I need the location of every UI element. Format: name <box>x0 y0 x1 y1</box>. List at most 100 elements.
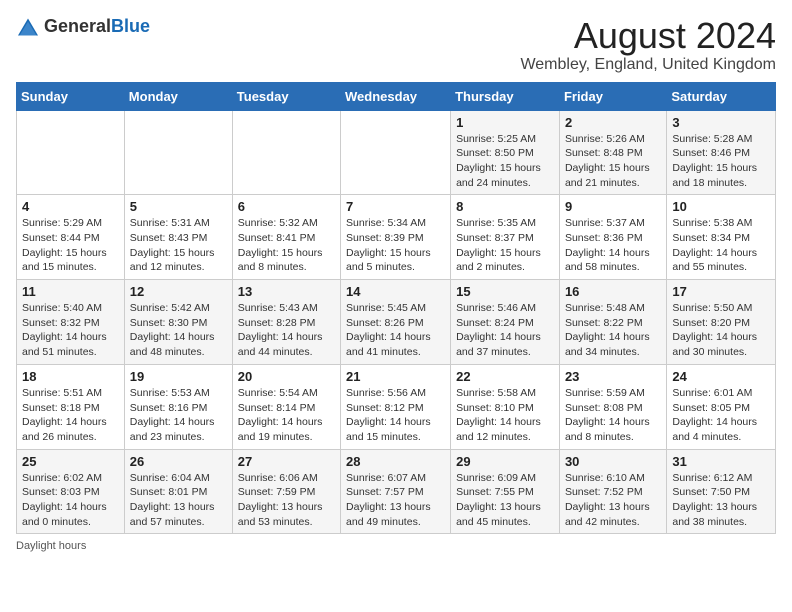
title-block: August 2024 Wembley, England, United Kin… <box>520 16 776 74</box>
calendar-cell <box>17 110 125 195</box>
day-number: 12 <box>130 284 227 299</box>
day-number: 16 <box>565 284 661 299</box>
cell-info: Sunrise: 6:04 AMSunset: 8:01 PMDaylight:… <box>130 471 227 530</box>
calendar-cell: 22Sunrise: 5:58 AMSunset: 8:10 PMDayligh… <box>451 364 560 449</box>
calendar-cell: 9 Sunrise: 5:37 AMSunset: 8:36 PMDaylight… <box>559 195 666 280</box>
main-title: August 2024 <box>520 16 776 56</box>
calendar-cell: 24 Sunrise: 6:01 AMSunset: 8:05 PMDayligh… <box>667 364 776 449</box>
cell-info: Sunrise: 5:48 AMSunset: 8:22 PMDaylight:… <box>565 301 661 360</box>
calendar-cell: 13 Sunrise: 5:43 AMSunset: 8:28 PMDayligh… <box>232 280 340 365</box>
calendar-cell: 5 Sunrise: 5:31 AMSunset: 8:43 PMDaylight… <box>124 195 232 280</box>
col-monday: Monday <box>124 82 232 110</box>
day-number: 2 <box>565 115 661 130</box>
day-number: 15 <box>456 284 554 299</box>
day-number: 20 <box>238 369 335 384</box>
calendar-cell: 27 Sunrise: 6:06 AMSunset: 7:59 PMDayligh… <box>232 449 340 534</box>
cell-info: Sunrise: 6:12 AMSunset: 7:50 PMDaylight:… <box>672 471 770 530</box>
calendar-cell: 19Sunrise: 5:53 AMSunset: 8:16 PMDayligh… <box>124 364 232 449</box>
calendar-cell <box>232 110 340 195</box>
calendar-cell: 11 Sunrise: 5:40 AMSunset: 8:32 PMDayligh… <box>17 280 125 365</box>
calendar-cell: 4Sunrise: 5:29 AMSunset: 8:44 PMDaylight… <box>17 195 125 280</box>
day-number: 5 <box>130 199 227 214</box>
calendar-table: Sunday Monday Tuesday Wednesday Thursday… <box>16 82 776 535</box>
calendar-cell: 31 Sunrise: 6:12 AMSunset: 7:50 PMDayligh… <box>667 449 776 534</box>
cell-info: Sunrise: 5:59 AMSunset: 8:08 PMDaylight:… <box>565 386 661 445</box>
calendar-cell: 12 Sunrise: 5:42 AMSunset: 8:30 PMDayligh… <box>124 280 232 365</box>
day-number: 24 <box>672 369 770 384</box>
calendar-cell: 1Sunrise: 5:25 AMSunset: 8:50 PMDaylight… <box>451 110 560 195</box>
calendar-week-4: 18Sunrise: 5:51 AMSunset: 8:18 PMDayligh… <box>17 364 776 449</box>
cell-info: Sunrise: 5:53 AMSunset: 8:16 PMDaylight:… <box>130 386 227 445</box>
cell-info: Sunrise: 5:35 AMSunset: 8:37 PMDaylight:… <box>456 216 554 275</box>
footer-text: Daylight hours <box>16 540 86 552</box>
calendar-cell: 3 Sunrise: 5:28 AMSunset: 8:46 PMDaylight… <box>667 110 776 195</box>
cell-info: Sunrise: 5:40 AMSunset: 8:32 PMDaylight:… <box>22 301 119 360</box>
calendar-week-2: 4Sunrise: 5:29 AMSunset: 8:44 PMDaylight… <box>17 195 776 280</box>
cell-info: Sunrise: 5:43 AMSunset: 8:28 PMDaylight:… <box>238 301 335 360</box>
cell-info: Sunrise: 5:42 AMSunset: 8:30 PMDaylight:… <box>130 301 227 360</box>
calendar-cell: 17 Sunrise: 5:50 AMSunset: 8:20 PMDayligh… <box>667 280 776 365</box>
cell-info: Sunrise: 6:06 AMSunset: 7:59 PMDaylight:… <box>238 471 335 530</box>
header-row: Sunday Monday Tuesday Wednesday Thursday… <box>17 82 776 110</box>
day-number: 27 <box>238 454 335 469</box>
day-number: 9 <box>565 199 661 214</box>
calendar-cell: 14 Sunrise: 5:45 AMSunset: 8:26 PMDayligh… <box>341 280 451 365</box>
cell-info: Sunrise: 5:28 AMSunset: 8:46 PMDaylight:… <box>672 132 770 191</box>
day-number: 31 <box>672 454 770 469</box>
logo-blue: Blue <box>111 16 150 36</box>
calendar-header: Sunday Monday Tuesday Wednesday Thursday… <box>17 82 776 110</box>
calendar-cell: 10 Sunrise: 5:38 AMSunset: 8:34 PMDayligh… <box>667 195 776 280</box>
calendar-cell: 23Sunrise: 5:59 AMSunset: 8:08 PMDayligh… <box>559 364 666 449</box>
calendar-cell <box>124 110 232 195</box>
cell-info: Sunrise: 5:34 AMSunset: 8:39 PMDaylight:… <box>346 216 445 275</box>
calendar-cell: 15 Sunrise: 5:46 AMSunset: 8:24 PMDayligh… <box>451 280 560 365</box>
calendar-cell: 30 Sunrise: 6:10 AMSunset: 7:52 PMDayligh… <box>559 449 666 534</box>
col-friday: Friday <box>559 82 666 110</box>
cell-info: Sunrise: 5:31 AMSunset: 8:43 PMDaylight:… <box>130 216 227 275</box>
cell-info: Sunrise: 5:37 AMSunset: 8:36 PMDaylight:… <box>565 216 661 275</box>
logo-general: General <box>44 16 111 36</box>
day-number: 7 <box>346 199 445 214</box>
cell-info: Sunrise: 5:32 AMSunset: 8:41 PMDaylight:… <box>238 216 335 275</box>
day-number: 22 <box>456 369 554 384</box>
day-number: 17 <box>672 284 770 299</box>
day-number: 3 <box>672 115 770 130</box>
col-tuesday: Tuesday <box>232 82 340 110</box>
day-number: 13 <box>238 284 335 299</box>
cell-info: Sunrise: 5:56 AMSunset: 8:12 PMDaylight:… <box>346 386 445 445</box>
cell-info: Sunrise: 5:45 AMSunset: 8:26 PMDaylight:… <box>346 301 445 360</box>
day-number: 11 <box>22 284 119 299</box>
calendar-cell <box>341 110 451 195</box>
subtitle: Wembley, England, United Kingdom <box>520 56 776 74</box>
day-number: 28 <box>346 454 445 469</box>
cell-info: Sunrise: 6:01 AMSunset: 8:05 PMDaylight:… <box>672 386 770 445</box>
calendar-cell: 2Sunrise: 5:26 AMSunset: 8:48 PMDaylight… <box>559 110 666 195</box>
day-number: 21 <box>346 369 445 384</box>
cell-info: Sunrise: 5:46 AMSunset: 8:24 PMDaylight:… <box>456 301 554 360</box>
col-sunday: Sunday <box>17 82 125 110</box>
day-number: 10 <box>672 199 770 214</box>
cell-info: Sunrise: 6:07 AMSunset: 7:57 PMDaylight:… <box>346 471 445 530</box>
calendar-week-1: 1Sunrise: 5:25 AMSunset: 8:50 PMDaylight… <box>17 110 776 195</box>
calendar-cell: 26Sunrise: 6:04 AMSunset: 8:01 PMDayligh… <box>124 449 232 534</box>
cell-info: Sunrise: 5:50 AMSunset: 8:20 PMDaylight:… <box>672 301 770 360</box>
day-number: 30 <box>565 454 661 469</box>
footer-note: Daylight hours <box>16 540 776 552</box>
logo: GeneralBlue <box>16 16 150 37</box>
calendar-cell: 8 Sunrise: 5:35 AMSunset: 8:37 PMDaylight… <box>451 195 560 280</box>
cell-info: Sunrise: 5:54 AMSunset: 8:14 PMDaylight:… <box>238 386 335 445</box>
col-saturday: Saturday <box>667 82 776 110</box>
calendar-week-3: 11 Sunrise: 5:40 AMSunset: 8:32 PMDayligh… <box>17 280 776 365</box>
logo-text: GeneralBlue <box>44 16 150 37</box>
day-number: 18 <box>22 369 119 384</box>
day-number: 14 <box>346 284 445 299</box>
cell-info: Sunrise: 5:38 AMSunset: 8:34 PMDaylight:… <box>672 216 770 275</box>
calendar-cell: 21 Sunrise: 5:56 AMSunset: 8:12 PMDayligh… <box>341 364 451 449</box>
day-number: 8 <box>456 199 554 214</box>
calendar-cell: 25Sunrise: 6:02 AMSunset: 8:03 PMDayligh… <box>17 449 125 534</box>
calendar-body: 1Sunrise: 5:25 AMSunset: 8:50 PMDaylight… <box>17 110 776 534</box>
cell-info: Sunrise: 6:10 AMSunset: 7:52 PMDaylight:… <box>565 471 661 530</box>
calendar-week-5: 25Sunrise: 6:02 AMSunset: 8:03 PMDayligh… <box>17 449 776 534</box>
cell-info: Sunrise: 5:25 AMSunset: 8:50 PMDaylight:… <box>456 132 554 191</box>
day-number: 4 <box>22 199 119 214</box>
